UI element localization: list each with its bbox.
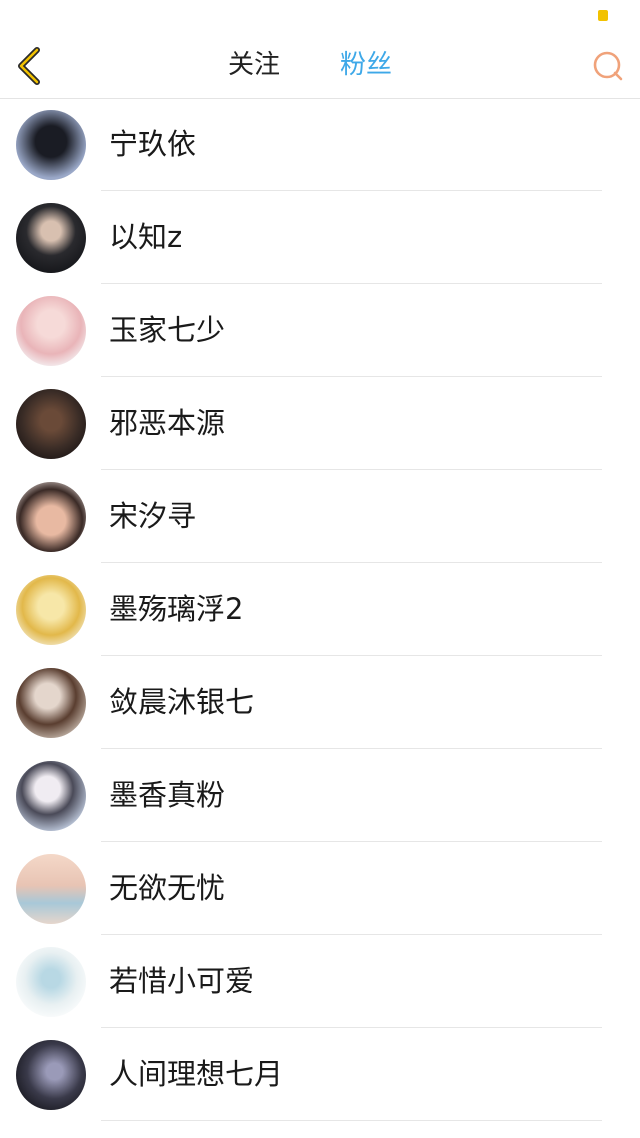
list-item[interactable]: 以知z <box>0 191 640 284</box>
user-name: 人间理想七月 <box>109 1057 284 1091</box>
avatar[interactable] <box>16 947 86 1017</box>
list-item[interactable]: 玉家七少 <box>0 284 640 377</box>
user-name: 邪恶本源 <box>109 406 226 440</box>
user-name: 宁玖依 <box>109 127 197 161</box>
avatar[interactable] <box>16 296 86 366</box>
list-item[interactable]: 无欲无忧 <box>0 842 640 935</box>
user-name: 无欲无忧 <box>109 871 226 905</box>
list-item[interactable]: 敛晨沐银七 <box>0 656 640 749</box>
avatar[interactable] <box>16 203 86 273</box>
list-item[interactable]: 人间理想七月 <box>0 1028 640 1121</box>
search-icon <box>593 51 623 81</box>
list-item[interactable]: 宁玖依 <box>0 98 640 191</box>
list-item[interactable]: 宋汐寻 <box>0 470 640 563</box>
status-bar <box>0 0 640 34</box>
chevron-left-icon <box>18 47 40 85</box>
user-name: 墨香真粉 <box>109 778 226 812</box>
user-name: 玉家七少 <box>109 313 226 347</box>
list-item[interactable]: 墨殇璃浮2 <box>0 563 640 656</box>
list-item[interactable]: 若惜小可爱 <box>0 935 640 1028</box>
top-nav-bar: 关注 粉丝 <box>0 34 640 99</box>
avatar[interactable] <box>16 1040 86 1110</box>
user-name: 敛晨沐银七 <box>109 685 255 719</box>
fans-list: 宁玖依 以知z 玉家七少 邪恶本源 宋汐寻 墨殇璃浮2 敛晨沐银七 墨香真粉 无 <box>0 98 640 1121</box>
avatar[interactable] <box>16 761 86 831</box>
user-name: 以知z <box>109 220 183 254</box>
user-name: 墨殇璃浮2 <box>109 592 244 626</box>
avatar[interactable] <box>16 854 86 924</box>
user-name: 宋汐寻 <box>109 499 197 533</box>
divider <box>101 1120 602 1121</box>
list-item[interactable]: 墨香真粉 <box>0 749 640 842</box>
tab-fans[interactable]: 粉丝 <box>340 47 392 83</box>
avatar[interactable] <box>16 110 86 180</box>
user-name: 若惜小可爱 <box>109 964 255 998</box>
avatar[interactable] <box>16 389 86 459</box>
battery-icon <box>598 10 608 21</box>
back-button[interactable] <box>8 44 52 88</box>
avatar[interactable] <box>16 482 86 552</box>
list-item[interactable]: 邪恶本源 <box>0 377 640 470</box>
avatar[interactable] <box>16 668 86 738</box>
tab-follow[interactable]: 关注 <box>228 47 280 83</box>
search-button[interactable] <box>590 48 626 84</box>
avatar[interactable] <box>16 575 86 645</box>
